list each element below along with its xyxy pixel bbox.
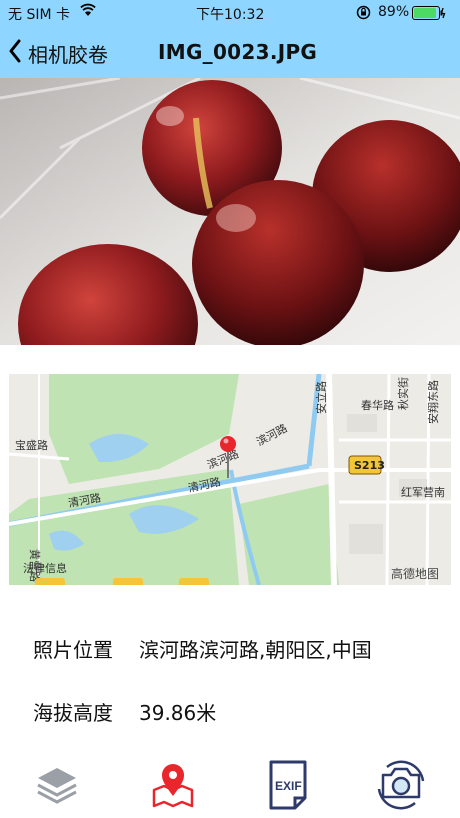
camera-rotate-icon: [377, 760, 425, 810]
altitude-label: 海拔高度: [33, 701, 113, 725]
map-brand-logo: 高德地图: [391, 566, 439, 581]
location-row: 照片位置 滨河路滨河路,朝阳区,中国: [33, 634, 372, 663]
back-label: 相机胶卷: [28, 42, 108, 67]
map-location-icon: [152, 764, 194, 808]
battery-percent: 89%: [378, 4, 410, 20]
page-title: IMG_0023.JPG: [158, 40, 318, 64]
exif-icon: EXIF: [269, 760, 307, 810]
exif-button[interactable]: EXIF: [258, 756, 318, 814]
layers-button[interactable]: [27, 756, 87, 814]
map-label-anli: 安立路: [314, 381, 328, 414]
chevron-left-icon: [8, 39, 22, 68]
location-value: 滨河路滨河路,朝阳区,中国: [139, 638, 372, 662]
carrier-label: 无 SIM 卡: [8, 7, 70, 23]
map-legal-link: 法律信息: [23, 561, 67, 575]
map-label-qiujia: 秋实街: [396, 377, 410, 410]
clock: 下午10:32: [196, 7, 265, 23]
back-button[interactable]: 相机胶卷: [8, 38, 108, 68]
map-label-anxiang: 安翔东路: [426, 380, 440, 424]
altitude-value: 39.86米: [139, 701, 217, 725]
map-label-baosheng: 宝盛路: [15, 438, 48, 452]
svg-text:EXIF: EXIF: [275, 779, 302, 793]
location-label: 照片位置: [33, 638, 113, 662]
location-map-button[interactable]: [143, 756, 203, 814]
battery-icon: [412, 6, 446, 24]
map-label-hongjun: 红军营南: [401, 485, 445, 499]
location-map[interactable]: 清河路 清河路 滨河路 滨河路 安立路 春华路 宝盛路 黄营路 秋实街 安翔东路…: [9, 374, 451, 585]
photo-preview[interactable]: [0, 78, 460, 345]
status-bar: 无 SIM 卡 下午10:32 89%: [0, 0, 460, 26]
camera-swap-button[interactable]: [371, 756, 431, 814]
map-label-s213: S213: [354, 459, 385, 472]
layers-icon: [37, 768, 77, 804]
rotation-lock-icon: [356, 5, 371, 24]
navigation-bar: 相机胶卷 IMG_0023.JPG: [0, 26, 460, 78]
altitude-row: 海拔高度 39.86米: [33, 697, 216, 726]
wifi-icon: [80, 3, 96, 21]
map-label-chunhua: 春华路: [361, 398, 394, 412]
